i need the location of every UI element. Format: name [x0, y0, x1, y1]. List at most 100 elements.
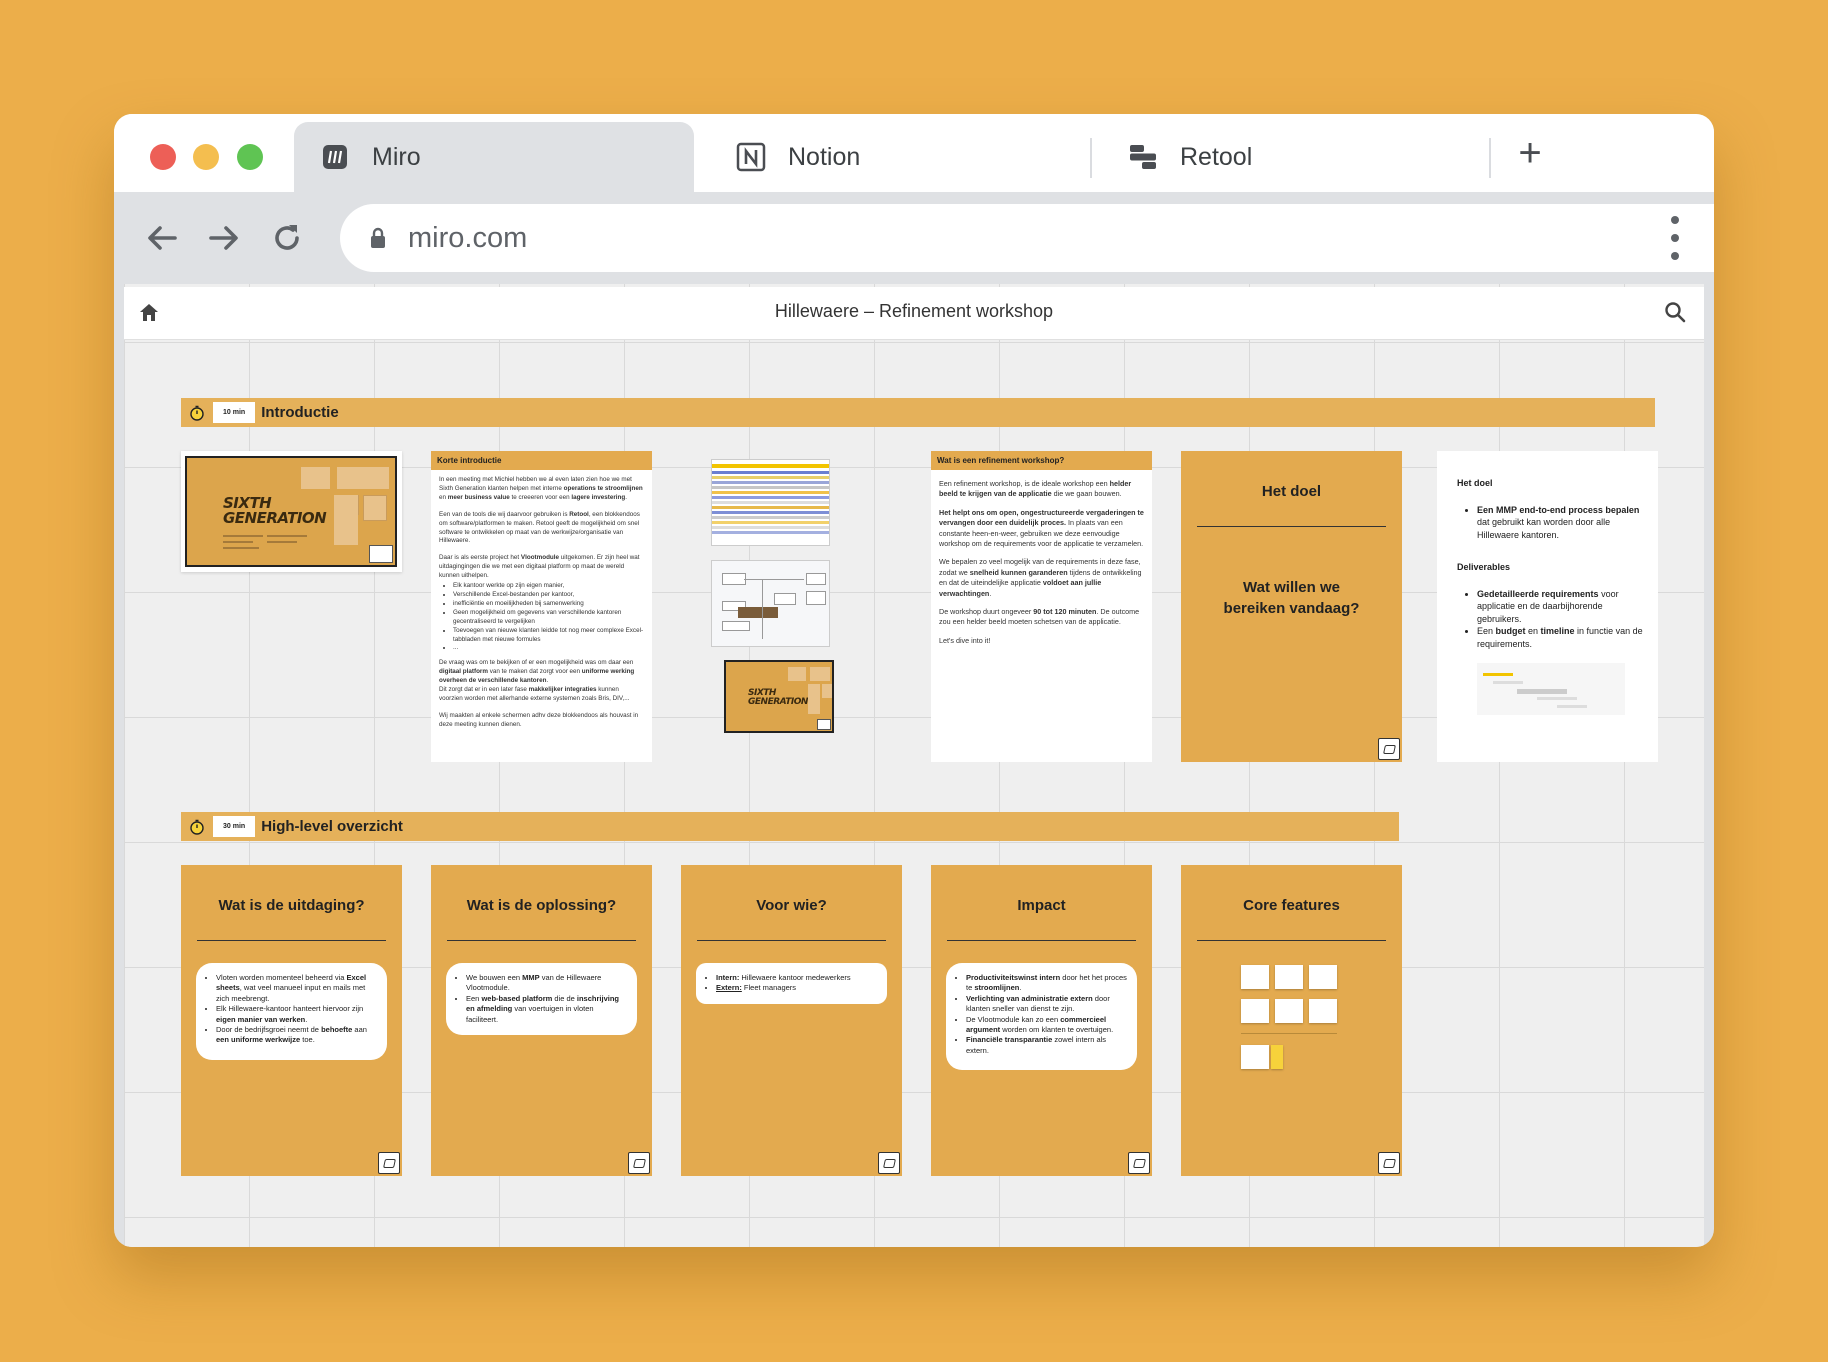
sticky-note[interactable] — [1275, 999, 1303, 1023]
browser-toolbar: miro.com — [114, 192, 1714, 284]
search-icon[interactable] — [1664, 301, 1686, 328]
section-title: Introductie — [261, 404, 339, 421]
stopwatch-icon — [187, 817, 207, 837]
text: Door de bedrijfsgroei neemt de — [216, 1025, 322, 1035]
text: Hillewaere kantoor medewerkers — [739, 973, 851, 982]
arrow-right-icon — [209, 226, 238, 250]
board-top-bar: Hillewaere – Refinement workshop — [124, 287, 1704, 340]
text: Wij maakten al enkele schermen adhv deze… — [439, 711, 639, 728]
card-header: Korte introductie — [431, 451, 652, 470]
list-item: Toevoegen van nieuwe klanten leidde tot … — [453, 627, 644, 645]
text: en — [439, 493, 448, 501]
section-header-overzicht[interactable]: 30 min High-level overzicht — [181, 812, 1399, 841]
text: Vloten worden momenteel beheerd via — [216, 973, 347, 982]
goal-details-card[interactable]: Het doel Een MMP end-to-end process bepa… — [1437, 451, 1658, 762]
text-bold: Verlichting van administratie extern — [966, 993, 1093, 1003]
text-bold: Gedetailleerde requirements — [1477, 588, 1599, 599]
text: . — [625, 493, 627, 501]
text-bold: Retool — [569, 510, 589, 518]
sixth-generation-logo: SIXTH GENERATION — [748, 689, 808, 707]
sticky-note[interactable] — [1275, 965, 1303, 989]
sticky-note[interactable] — [1271, 1045, 1283, 1069]
list-item: Verschillende Excel-bestanden per kantoo… — [453, 591, 644, 600]
timeline-thumbnail — [1477, 663, 1625, 715]
text-bold: Een MMP end-to-end process bepalen — [1477, 504, 1640, 515]
refinement-info-card[interactable]: Wat is een refinement workshop? Een refi… — [931, 451, 1152, 762]
slide-thumbnail-small[interactable]: SIXTH GENERATION — [724, 660, 834, 733]
text-bold: Productiviteitswinst intern — [966, 973, 1061, 982]
text: Fleet managers — [741, 983, 797, 993]
text-bold: operations te stroomlijnen — [563, 484, 643, 492]
challenge-card[interactable]: Wat is de uitdaging? Vloten worden momen… — [181, 865, 402, 1176]
card-link-icon[interactable] — [1378, 738, 1400, 760]
maximize-window-button[interactable] — [237, 144, 263, 170]
text: aan — [352, 1025, 367, 1035]
tab-retool[interactable]: Retool — [1114, 122, 1454, 192]
list-item: Geen mogelijkheid om gegevens van versch… — [453, 609, 644, 627]
stopwatch-icon — [187, 403, 207, 423]
solution-card[interactable]: Wat is de oplossing? We bouwen een MMP v… — [431, 865, 652, 1176]
list-item: inefficiëntie en moeilijkheden bij samen… — [453, 600, 644, 609]
reload-button[interactable] — [263, 214, 311, 262]
screenshot-flowchart[interactable] — [711, 560, 830, 647]
text-bold: budget — [1495, 626, 1526, 636]
text-bold: behoefte — [321, 1025, 353, 1035]
slide-thumbnail: SIXTH GENERATION — [185, 456, 397, 567]
card-link-icon[interactable] — [1378, 1152, 1400, 1174]
card-link-icon[interactable] — [1128, 1152, 1150, 1174]
back-button[interactable] — [138, 214, 186, 262]
audience-card[interactable]: Voor wie? Intern: Hillewaere kantoor med… — [681, 865, 902, 1176]
sticky-note[interactable] — [1309, 965, 1337, 989]
tab-label: Miro — [372, 142, 421, 171]
address-bar[interactable]: miro.com — [340, 204, 1714, 272]
minimize-window-button[interactable] — [193, 144, 219, 170]
close-window-button[interactable] — [150, 144, 176, 170]
section-title: High-level overzicht — [261, 818, 403, 835]
text: die we gaan bouwen. — [1051, 489, 1122, 499]
card-title: Het doel — [1261, 483, 1322, 500]
reload-icon — [275, 225, 299, 250]
text-bold: timeline — [1540, 626, 1575, 636]
text: en — [1525, 626, 1541, 636]
text: De workshop duurt ongeveer — [939, 607, 1034, 617]
sticky-note[interactable] — [1241, 999, 1269, 1023]
logo-line: GENERATION — [748, 697, 808, 707]
card-title: Wat is de uitdaging? — [218, 897, 365, 914]
impact-card[interactable]: Impact Productiviteitswinst intern door … — [931, 865, 1152, 1176]
forward-button[interactable] — [200, 214, 248, 262]
sixth-generation-logo: SIXTH GENERATION — [223, 496, 327, 527]
card-question: Wat willen we bereiken vandaag? — [1223, 579, 1360, 617]
card-content: Productiviteitswinst intern door het het… — [946, 963, 1137, 1071]
list-item: ... — [453, 644, 644, 653]
miro-board-canvas[interactable]: Hillewaere – Refinement workshop 10 min … — [124, 284, 1704, 1247]
browser-menu-button[interactable] — [1670, 216, 1680, 260]
tab-notion[interactable]: Notion — [716, 122, 1056, 192]
slide-preview-card[interactable]: SIXTH GENERATION — [181, 451, 402, 572]
text: . — [989, 588, 992, 598]
list-item: Elk kantoor werkte op zijn eigen manier, — [453, 582, 644, 591]
core-features-card[interactable]: Core features — [1181, 865, 1402, 1176]
text-bold: Vlootmodule — [520, 554, 560, 562]
text-bold: web-based platform — [481, 993, 553, 1003]
text-bold: Extern: — [716, 983, 742, 993]
intro-text-card[interactable]: Korte introductie In een meeting met Mic… — [431, 451, 652, 762]
card-title: Wat is de oplossing? — [466, 897, 617, 914]
new-tab-button[interactable]: + — [1510, 128, 1550, 178]
card-link-icon[interactable] — [878, 1152, 900, 1174]
text: van te maken dat zorgt voor een — [487, 668, 582, 676]
sticky-note[interactable] — [1309, 999, 1337, 1023]
card-link-icon[interactable] — [628, 1152, 650, 1174]
tab-miro[interactable]: Miro — [294, 122, 694, 192]
logo-line: GENERATION — [223, 509, 327, 527]
goal-card[interactable]: Het doel Wat willen we bereiken vandaag? — [1181, 451, 1402, 762]
time-label: 10 min — [213, 402, 256, 423]
sticky-note[interactable] — [1241, 965, 1269, 989]
heading: Deliverables — [1457, 562, 1511, 572]
card-link-icon[interactable] — [378, 1152, 400, 1174]
text-bold: meer business value — [447, 493, 510, 501]
tab-separator — [1489, 138, 1491, 178]
arrow-left-icon — [148, 226, 177, 250]
screenshot-spreadsheet[interactable] — [711, 459, 830, 546]
section-header-introductie[interactable]: 10 min Introductie — [181, 398, 1655, 427]
sticky-note[interactable] — [1241, 1045, 1269, 1069]
